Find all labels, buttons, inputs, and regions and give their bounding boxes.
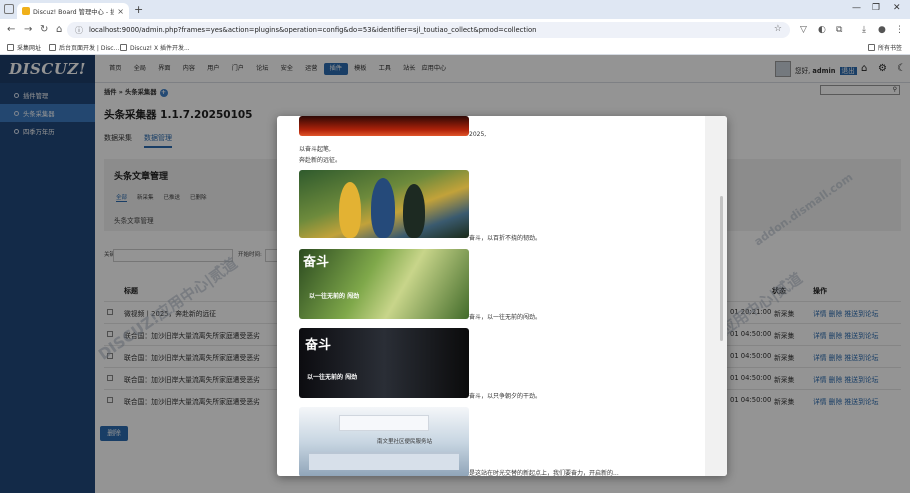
bookmarks-bar: 采集网址 后台页面开发 | Disc... Discuz! X 插件开发... … bbox=[0, 41, 910, 55]
reload-icon[interactable]: ↻ bbox=[40, 24, 48, 35]
page-icon bbox=[120, 44, 127, 51]
modal-scrollbar[interactable] bbox=[705, 116, 727, 476]
new-tab-icon[interactable]: + bbox=[134, 3, 143, 16]
article-caption: 是这站在时光交替的新起点上，我们要奋力，开启新的... bbox=[469, 470, 619, 476]
globe-icon bbox=[49, 44, 56, 51]
browser-tab-bar: Discuz! Board 管理中心 - 插件 × + — ❐ ✕ bbox=[0, 0, 910, 19]
address-bar-row: ← → ↻ ⌂ ⓘ localhost:9000/admin.php?frame… bbox=[0, 19, 910, 41]
restore-icon[interactable]: ❐ bbox=[872, 3, 880, 13]
puzzle-icon[interactable]: ⧉ bbox=[836, 25, 842, 35]
profile-icon[interactable]: ● bbox=[878, 25, 886, 35]
tab-title: Discuz! Board 管理中心 - 插件 bbox=[33, 8, 115, 16]
article-caption: 奋斗，以一往无前的闯劲。 bbox=[469, 314, 542, 321]
url-input[interactable]: ⓘ localhost:9000/admin.php?frames=yes&ac… bbox=[67, 22, 790, 38]
night-photo: 奋斗 以一往无前的 闯劲 bbox=[299, 328, 469, 398]
bookmark-item[interactable]: Discuz! X 插件开发... bbox=[120, 43, 190, 52]
bookmark-star-icon[interactable]: ☆ bbox=[774, 24, 782, 34]
bookmark-item[interactable]: 后台页面开发 | Disc... bbox=[49, 43, 119, 52]
site-info-icon[interactable]: ⓘ bbox=[75, 25, 83, 36]
back-icon[interactable]: ← bbox=[7, 24, 15, 35]
home-icon[interactable]: ⌂ bbox=[56, 24, 62, 35]
folder-icon bbox=[868, 44, 875, 51]
article-text: 2025, bbox=[469, 131, 487, 138]
article-caption: 奋斗，以百折不挠的韧劲。 bbox=[469, 235, 542, 242]
sunset-photo bbox=[299, 116, 469, 136]
scrollbar-thumb[interactable] bbox=[720, 196, 723, 341]
extension2-icon[interactable]: ◐ bbox=[818, 25, 826, 35]
bookmark-item[interactable]: 采集网址 bbox=[7, 43, 41, 52]
field-photo: 奋斗 以一往无前的 闯劲 bbox=[299, 249, 469, 319]
article-preview-modal: 2025, 以奋斗起笔, 奔赴新的远征。 奋斗，以百折不挠的韧劲。 奋斗 以一往… bbox=[277, 116, 727, 476]
forward-icon[interactable]: → bbox=[24, 24, 32, 35]
folder-icon bbox=[7, 44, 14, 51]
article-text: 奔赴新的远征。 bbox=[299, 157, 342, 164]
article-caption: 奋斗，以只争朝夕的干劲。 bbox=[469, 393, 542, 400]
group-photo bbox=[299, 170, 469, 238]
browser-tab[interactable]: Discuz! Board 管理中心 - 插件 × bbox=[17, 3, 129, 19]
discuz-favicon-icon bbox=[22, 7, 30, 15]
extension-icon[interactable]: ▽ bbox=[800, 25, 807, 35]
close-window-icon[interactable]: ✕ bbox=[893, 3, 901, 13]
minimize-icon[interactable]: — bbox=[852, 3, 861, 13]
menu-icon[interactable]: ⋮ bbox=[895, 25, 904, 35]
close-tab-icon[interactable]: × bbox=[117, 7, 124, 16]
url-text: localhost:9000/admin.php?frames=yes&acti… bbox=[89, 26, 537, 34]
download-icon[interactable]: ⤓ bbox=[862, 25, 866, 35]
article-text: 以奋斗起笔, bbox=[299, 146, 331, 153]
service-hall-photo: 南文里社区便民服务站 bbox=[299, 407, 469, 476]
all-bookmarks[interactable]: 所有书签 bbox=[868, 43, 902, 52]
tab-list-icon[interactable] bbox=[4, 4, 14, 14]
